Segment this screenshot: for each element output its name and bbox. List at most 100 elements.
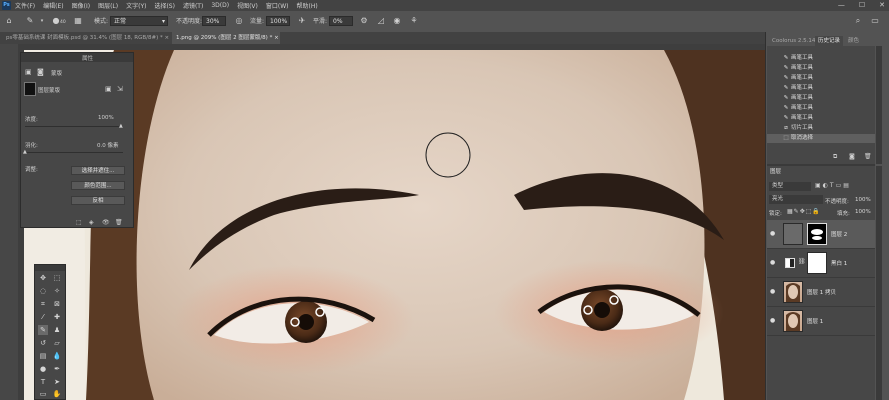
menu-view[interactable]: 视图(V) <box>237 1 258 10</box>
trash-icon[interactable]: 🗑 <box>115 219 123 226</box>
layer-row[interactable]: ● 图层 1 <box>767 307 875 336</box>
flow-field[interactable]: 100% <box>266 16 290 26</box>
load-selection-icon[interactable]: ⬚ <box>76 219 82 226</box>
symmetry-icon[interactable]: ⚘ <box>408 15 420 27</box>
invert-button[interactable]: 反相 <box>71 196 125 205</box>
mask-pixel-icon[interactable]: ▣ <box>25 68 32 76</box>
trash-icon[interactable]: 🗑 <box>864 153 872 160</box>
pressure-opacity-icon[interactable]: ◎ <box>233 15 245 27</box>
select-and-mask-button[interactable]: 选择并遮住... <box>71 166 125 175</box>
layer-row[interactable]: ● ⛓ 黑白 1 <box>767 249 875 278</box>
eyedropper-icon[interactable]: ⁄ <box>38 312 48 322</box>
menu-file[interactable]: 文件(F) <box>15 1 35 10</box>
type-tool-icon[interactable]: T <box>38 377 48 387</box>
smoothing-field[interactable]: 0% <box>329 16 353 26</box>
menu-select[interactable]: 选择(S) <box>154 1 175 10</box>
history-item[interactable]: ✎ 画笔工具 <box>767 114 875 123</box>
layer-opacity-value[interactable]: 100% <box>855 197 871 203</box>
layer-name[interactable]: 图层 1 <box>807 317 823 325</box>
tab-color[interactable]: 颜色 <box>845 36 862 46</box>
layers-scrollbar[interactable] <box>876 166 882 400</box>
marquee-tool-icon[interactable]: ⬚ <box>52 273 62 283</box>
layer-mask-thumbnail[interactable] <box>807 252 827 274</box>
history-item[interactable]: ✎ 画笔工具 <box>767 94 875 103</box>
tab-layers[interactable]: 图层 <box>770 167 781 175</box>
healing-brush-icon[interactable]: ✚ <box>52 312 62 322</box>
stamp-tool-icon[interactable]: ♟ <box>52 325 62 335</box>
pen-tool-icon[interactable]: ✒ <box>52 364 62 374</box>
layer-name[interactable]: 图层 2 <box>831 230 847 238</box>
menu-layer[interactable]: 图层(L) <box>98 1 118 10</box>
frame-tool-icon[interactable]: ⊠ <box>52 299 62 309</box>
quick-select-icon[interactable]: ✧ <box>52 286 62 296</box>
layer-row[interactable]: ● 图层 1 拷贝 <box>767 278 875 307</box>
layer-filter-select[interactable]: 类型 <box>769 182 811 191</box>
history-scrollbar[interactable] <box>876 46 882 164</box>
minimize-button[interactable]: — <box>838 0 845 11</box>
layer-name[interactable]: 图层 1 拷贝 <box>807 288 836 296</box>
maximize-button[interactable]: ☐ <box>859 0 865 11</box>
chevron-down-icon[interactable]: ▾ <box>36 15 48 27</box>
airbrush-icon[interactable]: ✈ <box>296 15 308 27</box>
move-tool-icon[interactable]: ✥ <box>38 273 48 283</box>
mask-vector-icon[interactable]: ◙ <box>37 68 44 76</box>
history-brush-icon[interactable]: ↺ <box>38 338 48 348</box>
gradient-tool-icon[interactable]: ▤ <box>38 351 48 361</box>
layer-row[interactable]: ● 图层 2 <box>767 220 875 249</box>
eye-icon[interactable]: ● <box>770 230 775 237</box>
search-icon[interactable]: ⌕ <box>852 15 864 27</box>
history-item[interactable]: ✎ 画笔工具 <box>767 84 875 93</box>
tab-1-png[interactable]: 1.png @ 209% (图层 2 图层蒙版/8) * × <box>172 32 280 44</box>
eye-icon[interactable]: ● <box>770 317 775 324</box>
document-canvas[interactable] <box>24 50 765 400</box>
blend-mode-select[interactable]: 亮光 <box>769 195 823 204</box>
density-slider-handle[interactable]: ▲ <box>119 123 123 129</box>
eye-icon[interactable]: ● <box>770 288 775 295</box>
close-window-button[interactable]: ✕ <box>879 0 885 11</box>
visibility-icon[interactable]: 👁 <box>102 219 110 226</box>
density-value[interactable]: 100% <box>98 115 114 121</box>
history-item[interactable]: ✎ 画笔工具 <box>767 74 875 83</box>
crop-tool-icon[interactable]: ⌗ <box>38 299 48 309</box>
lasso-tool-icon[interactable]: ◌ <box>38 286 48 296</box>
layer-mask-thumbnail[interactable] <box>807 223 827 245</box>
menu-edit[interactable]: 编辑(E) <box>43 1 63 10</box>
lock-icons[interactable]: ▦✎✥⬚🔒 <box>787 208 821 215</box>
menu-filter[interactable]: 滤镜(T) <box>183 1 203 10</box>
apply-mask-icon[interactable]: ⇲ <box>117 85 123 93</box>
density-slider[interactable] <box>25 126 123 127</box>
close-tab-icon[interactable]: × <box>274 35 279 41</box>
pressure-size-icon[interactable]: ◉ <box>391 15 403 27</box>
close-tab-icon[interactable]: × <box>165 35 170 41</box>
history-item[interactable]: ⧄ 切片工具 <box>767 124 875 133</box>
eraser-icon[interactable]: ▱ <box>52 338 62 348</box>
history-item[interactable]: ✎ 画笔工具 <box>767 54 875 63</box>
dodge-tool-icon[interactable]: ● <box>38 364 48 374</box>
tab-properties[interactable]: 属性 <box>79 54 96 62</box>
brush-tool-icon[interactable]: ✎ <box>38 325 48 335</box>
color-range-button[interactable]: 颜色范围... <box>71 181 125 190</box>
snapshot-icon[interactable]: ⧉ <box>833 153 837 161</box>
eye-icon[interactable]: ● <box>770 259 775 266</box>
hand-tool-icon[interactable]: ✋ <box>52 389 62 399</box>
menu-3d[interactable]: 3D(D) <box>211 2 229 9</box>
tab-template-psd[interactable]: ps零基础系统课 封面模板.psd @ 31.4% (图层 18, RGB/8#… <box>2 32 170 44</box>
rectangle-tool-icon[interactable]: ▭ <box>38 389 48 399</box>
camera-icon[interactable]: ◙ <box>849 153 855 160</box>
history-item[interactable]: ✎ 画笔工具 <box>767 64 875 73</box>
home-icon[interactable]: ⌂ <box>3 15 15 27</box>
gear-icon[interactable]: ⚙ <box>358 15 370 27</box>
history-item[interactable]: ⬚ 取消选择 <box>767 134 875 143</box>
history-item[interactable]: ✎ 画笔工具 <box>767 104 875 113</box>
angle-icon[interactable]: ◿ <box>375 15 387 27</box>
apply-icon[interactable]: ◈ <box>89 219 94 226</box>
fill-value[interactable]: 100% <box>855 209 871 215</box>
feather-slider[interactable] <box>25 152 123 153</box>
menu-help[interactable]: 帮助(H) <box>297 1 318 10</box>
feather-value[interactable]: 0.0 像素 <box>97 141 119 149</box>
menu-image[interactable]: 图像(I) <box>72 1 90 10</box>
filter-icons[interactable]: ▣◐T▭▤ <box>815 182 851 189</box>
opacity-field[interactable]: 30% <box>202 16 226 26</box>
menu-window[interactable]: 窗口(W) <box>266 1 289 10</box>
workspace-icon[interactable]: ▭ <box>869 15 881 27</box>
